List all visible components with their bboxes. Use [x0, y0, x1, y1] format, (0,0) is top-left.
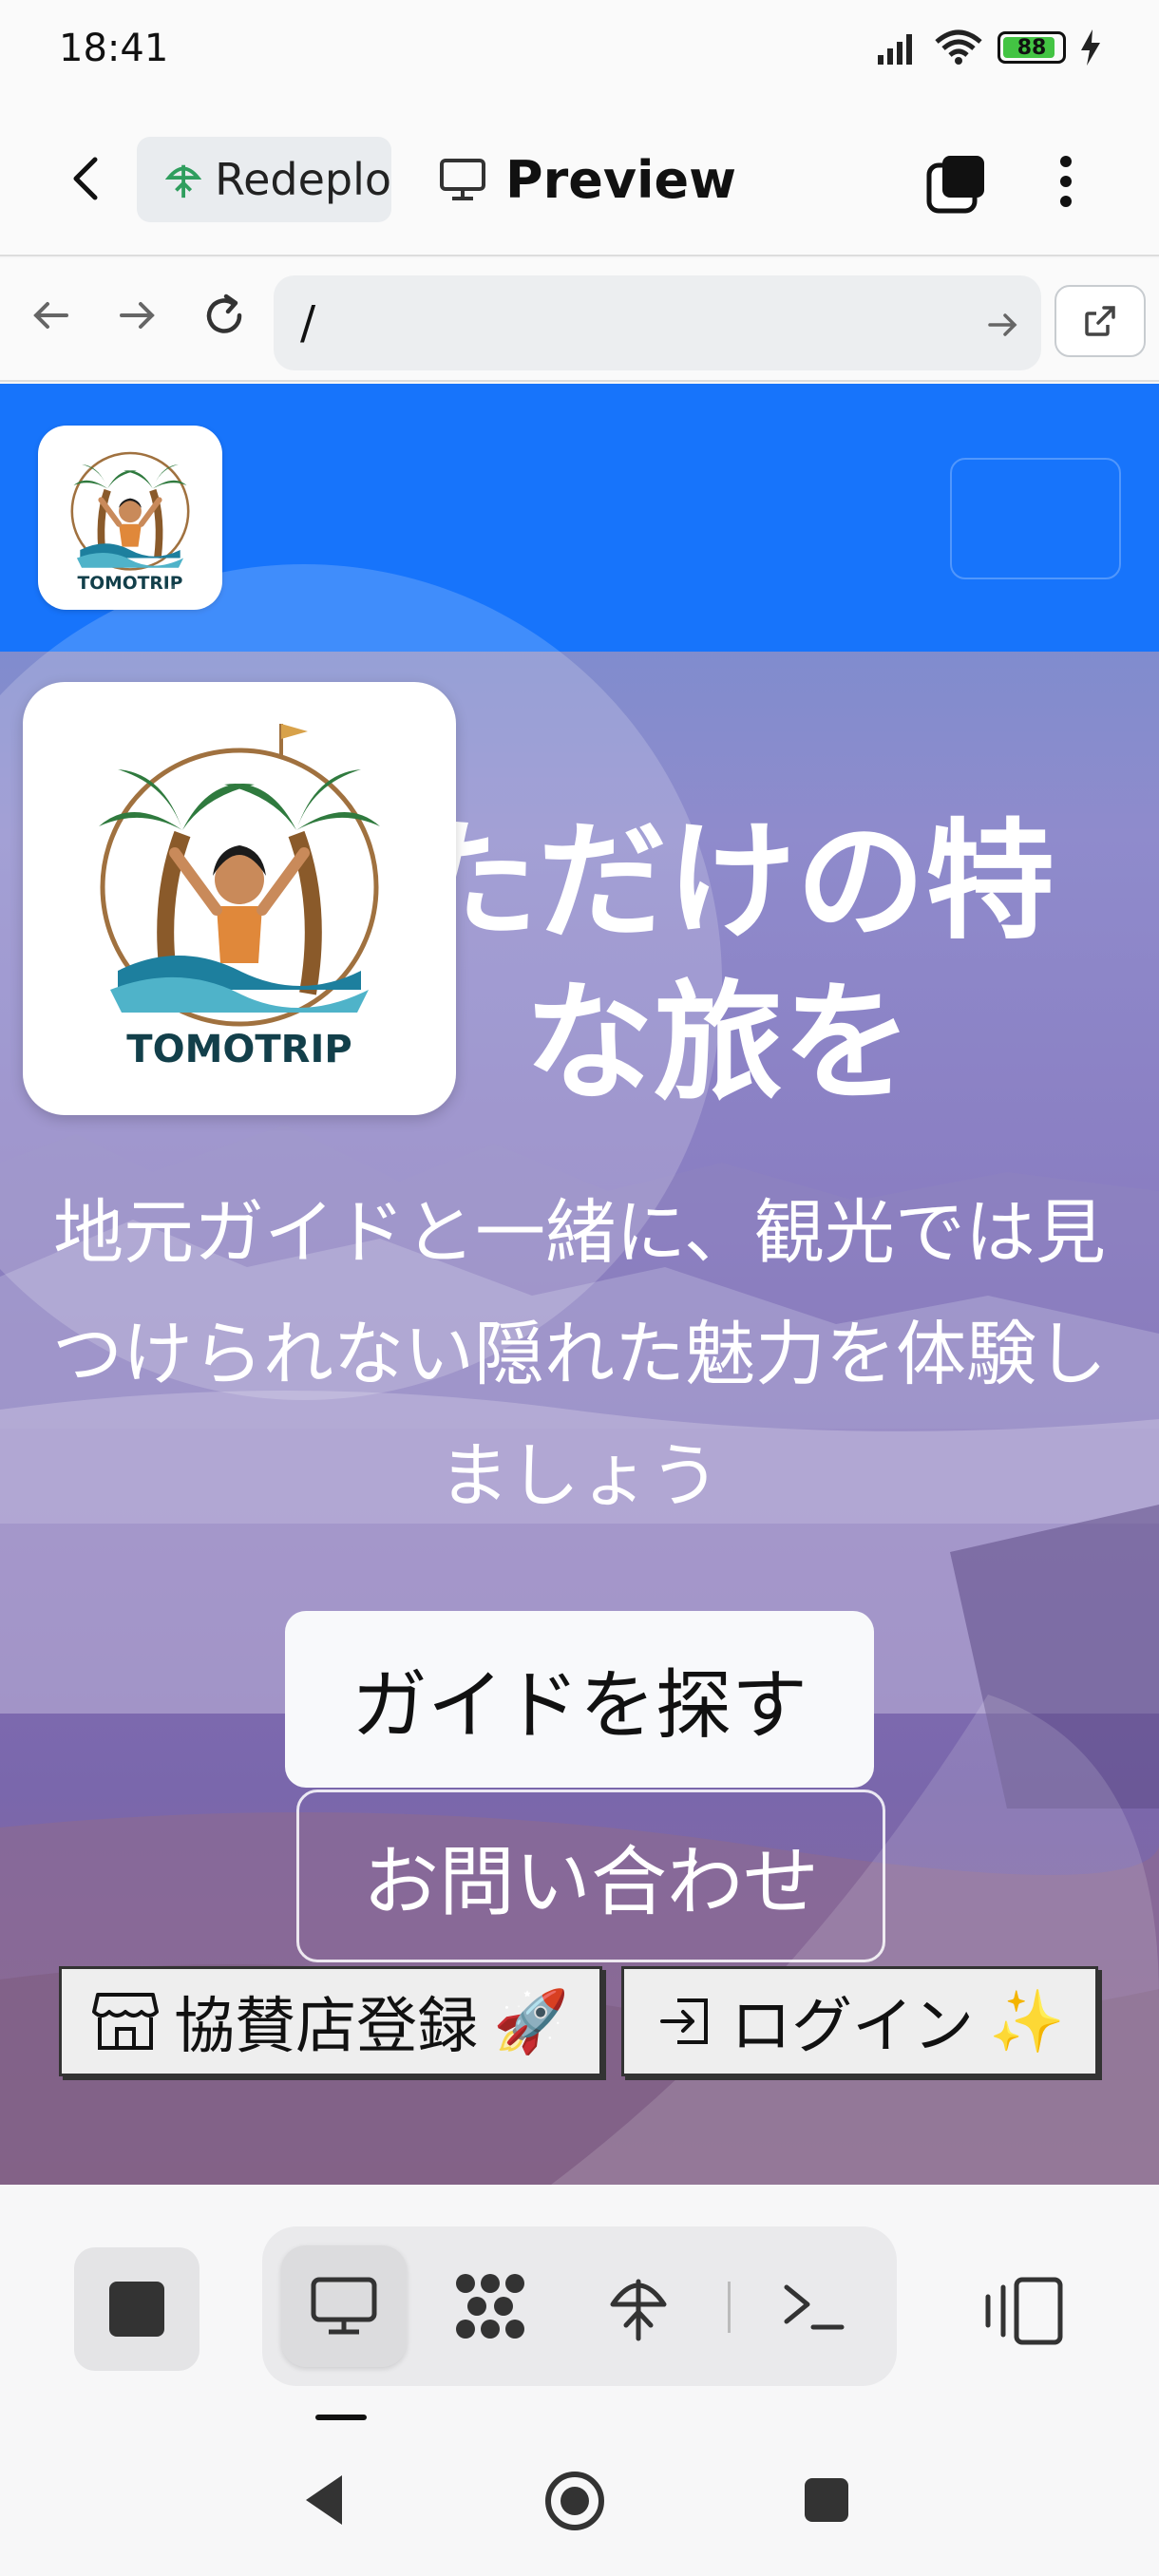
system-nav-bar	[0, 2424, 1159, 2576]
status-bar: 18:41 88	[0, 0, 1159, 104]
external-link-icon	[1085, 306, 1115, 336]
sponsor-label: 協賛店登録	[174, 1992, 479, 2062]
terminal-icon	[784, 2284, 845, 2330]
contact-button[interactable]: お問い合わせ	[296, 1790, 885, 1962]
find-guide-button[interactable]: ガイドを探す	[285, 1611, 874, 1788]
url-bar: /	[0, 258, 1159, 382]
nav-recents-icon[interactable]	[802, 2475, 851, 2525]
more-vertical-icon[interactable]	[1043, 150, 1089, 213]
web-preview: TOMOTRIP ただけの特 な旅を TOMOTRIP 地元ガイドと一緒に、観光…	[0, 384, 1159, 2185]
workspace-toolbar	[0, 2185, 1159, 2424]
charging-icon	[1081, 29, 1100, 66]
device-layout-icon[interactable]	[978, 2276, 1064, 2346]
tool-group	[262, 2226, 897, 2386]
deploy-tool[interactable]	[576, 2245, 701, 2367]
deploy-icon	[165, 164, 202, 199]
reload-icon[interactable]	[198, 289, 251, 342]
sparkles-icon: ✨	[989, 1986, 1065, 2057]
rocket-icon: 🚀	[493, 1986, 569, 2057]
go-arrow-icon[interactable]	[984, 306, 1022, 344]
tab-preview[interactable]: Preview	[439, 137, 736, 222]
tomotrip-logo-large-icon: TOMOTRIP	[99, 724, 380, 1071]
nav-back-icon[interactable]	[25, 289, 78, 342]
menu-button[interactable]	[950, 458, 1121, 579]
tab-repl[interactable]: Redeplo	[137, 137, 391, 222]
shell-tool[interactable]	[750, 2245, 876, 2367]
clock: 18:41	[59, 27, 169, 70]
login-button[interactable]: ログイン ✨	[621, 1966, 1098, 2076]
battery-icon: 88	[998, 31, 1066, 64]
tabs-switcher-icon[interactable]	[925, 152, 988, 215]
nav-back-triangle-icon[interactable]	[300, 2472, 348, 2529]
logo-big-text: TOMOTRIP	[126, 1028, 352, 1071]
tomotrip-logo-icon: TOMOTRIP	[70, 451, 190, 594]
agent-icon	[456, 2274, 524, 2339]
back-arrow-icon[interactable]	[59, 150, 116, 207]
sponsor-register-button[interactable]: 協賛店登録 🚀	[59, 1966, 602, 2076]
wifi-icon	[935, 29, 982, 65]
hero-logo: TOMOTRIP	[23, 682, 456, 1115]
app-header: Redeplo Preview	[0, 104, 1159, 256]
nav-home-icon[interactable]	[543, 2470, 606, 2532]
nav-forward-icon[interactable]	[110, 289, 163, 342]
monitor-icon	[311, 2277, 377, 2335]
stop-icon	[109, 2282, 164, 2337]
url-input[interactable]: /	[274, 275, 1041, 370]
stop-button[interactable]	[74, 2247, 200, 2371]
login-label: ログイン	[731, 1992, 975, 2062]
store-icon	[92, 1993, 160, 2050]
tab-repl-label: Redeplo	[215, 154, 391, 205]
hero-subtitle: 地元ガイドと一緒に、観光では見つけられない隠れた魅力を体験しましょう	[52, 1192, 1107, 1517]
monitor-icon	[440, 159, 485, 200]
tool-separator	[728, 2282, 731, 2333]
tab-preview-label: Preview	[505, 149, 737, 210]
signal-icon	[878, 34, 912, 65]
status-icons: 88	[876, 28, 1102, 66]
battery-level: 88	[1016, 35, 1047, 60]
deploy-icon	[610, 2279, 667, 2341]
open-external-button[interactable]	[1054, 285, 1146, 357]
url-text: /	[300, 296, 316, 350]
login-icon	[660, 1998, 709, 2044]
agent-tool[interactable]	[428, 2245, 553, 2367]
active-indicator	[315, 2415, 367, 2420]
preview-tool[interactable]	[281, 2245, 407, 2367]
